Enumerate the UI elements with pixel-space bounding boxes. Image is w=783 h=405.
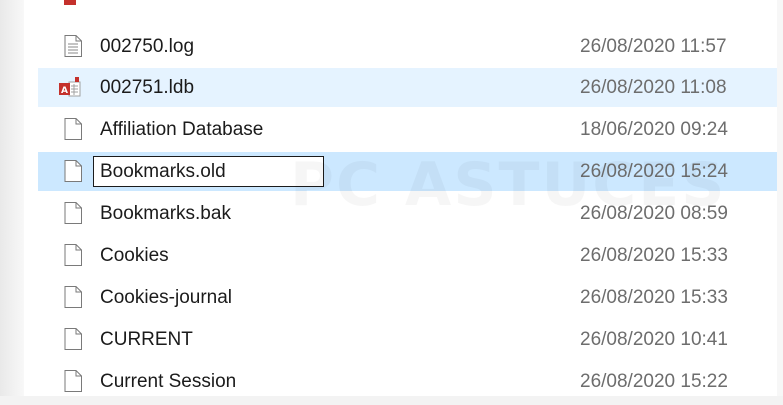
file-date: 26/08/2020 08:59 — [580, 203, 728, 224]
blank-file-icon — [64, 118, 82, 140]
file-date: 18/06/2020 09:24 — [580, 119, 728, 140]
list-item[interactable]: 002750.log 26/08/2020 11:57 — [38, 27, 778, 66]
file-explorer-pane: 002750.log 26/08/2020 11:57 A 002751.ldb… — [0, 0, 783, 405]
list-item-selected[interactable]: Bookmarks.old 26/08/2020 15:24 — [38, 152, 778, 191]
rename-input-value[interactable]: Bookmarks.old — [100, 161, 226, 183]
file-name: Current Session — [100, 371, 237, 392]
blank-file-icon — [64, 202, 82, 224]
file-name: Bookmarks.bak — [100, 203, 231, 224]
blank-file-icon — [64, 370, 82, 392]
list-item[interactable]: Affiliation Database 18/06/2020 09:24 — [38, 110, 778, 149]
file-date: 26/08/2020 11:08 — [580, 77, 727, 98]
file-name: 002751.ldb — [100, 77, 195, 98]
list-item[interactable]: Bookmarks.bak 26/08/2020 08:59 — [38, 194, 778, 233]
file-name: Cookies — [100, 245, 169, 266]
file-name: Affiliation Database — [100, 119, 264, 140]
right-pane-edge — [777, 0, 783, 405]
rename-input[interactable]: Bookmarks.old — [93, 156, 324, 187]
blank-file-icon — [64, 328, 82, 350]
file-date: 26/08/2020 11:57 — [580, 36, 727, 57]
access-db-icon — [64, 0, 82, 14]
file-date: 26/08/2020 15:33 — [580, 287, 728, 308]
text-file-icon — [64, 35, 82, 57]
file-date: 26/08/2020 15:22 — [580, 371, 728, 392]
access-db-icon: A — [58, 76, 81, 98]
list-item[interactable]: Cookies-journal 26/08/2020 15:33 — [38, 278, 778, 317]
blank-file-icon — [64, 244, 82, 266]
list-item-cropped[interactable] — [38, 0, 778, 9]
file-date: 26/08/2020 15:24 — [580, 161, 728, 182]
blank-file-icon — [64, 160, 82, 182]
file-date: 26/08/2020 10:41 — [580, 329, 728, 350]
list-item[interactable]: Cookies 26/08/2020 15:33 — [38, 236, 778, 275]
bottom-pane-edge — [0, 396, 783, 405]
file-date: 26/08/2020 15:33 — [580, 245, 728, 266]
list-item[interactable]: A 002751.ldb 26/08/2020 11:08 — [38, 68, 778, 107]
blank-file-icon — [64, 286, 82, 308]
list-item[interactable]: CURRENT 26/08/2020 10:41 — [38, 320, 778, 359]
file-name: Cookies-journal — [100, 287, 233, 308]
svg-text:A: A — [61, 86, 68, 96]
left-pane-edge — [0, 0, 24, 405]
file-list[interactable]: 002750.log 26/08/2020 11:57 A 002751.ldb… — [38, 0, 783, 405]
file-name: 002750.log — [100, 36, 195, 57]
file-name: CURRENT — [100, 329, 193, 350]
